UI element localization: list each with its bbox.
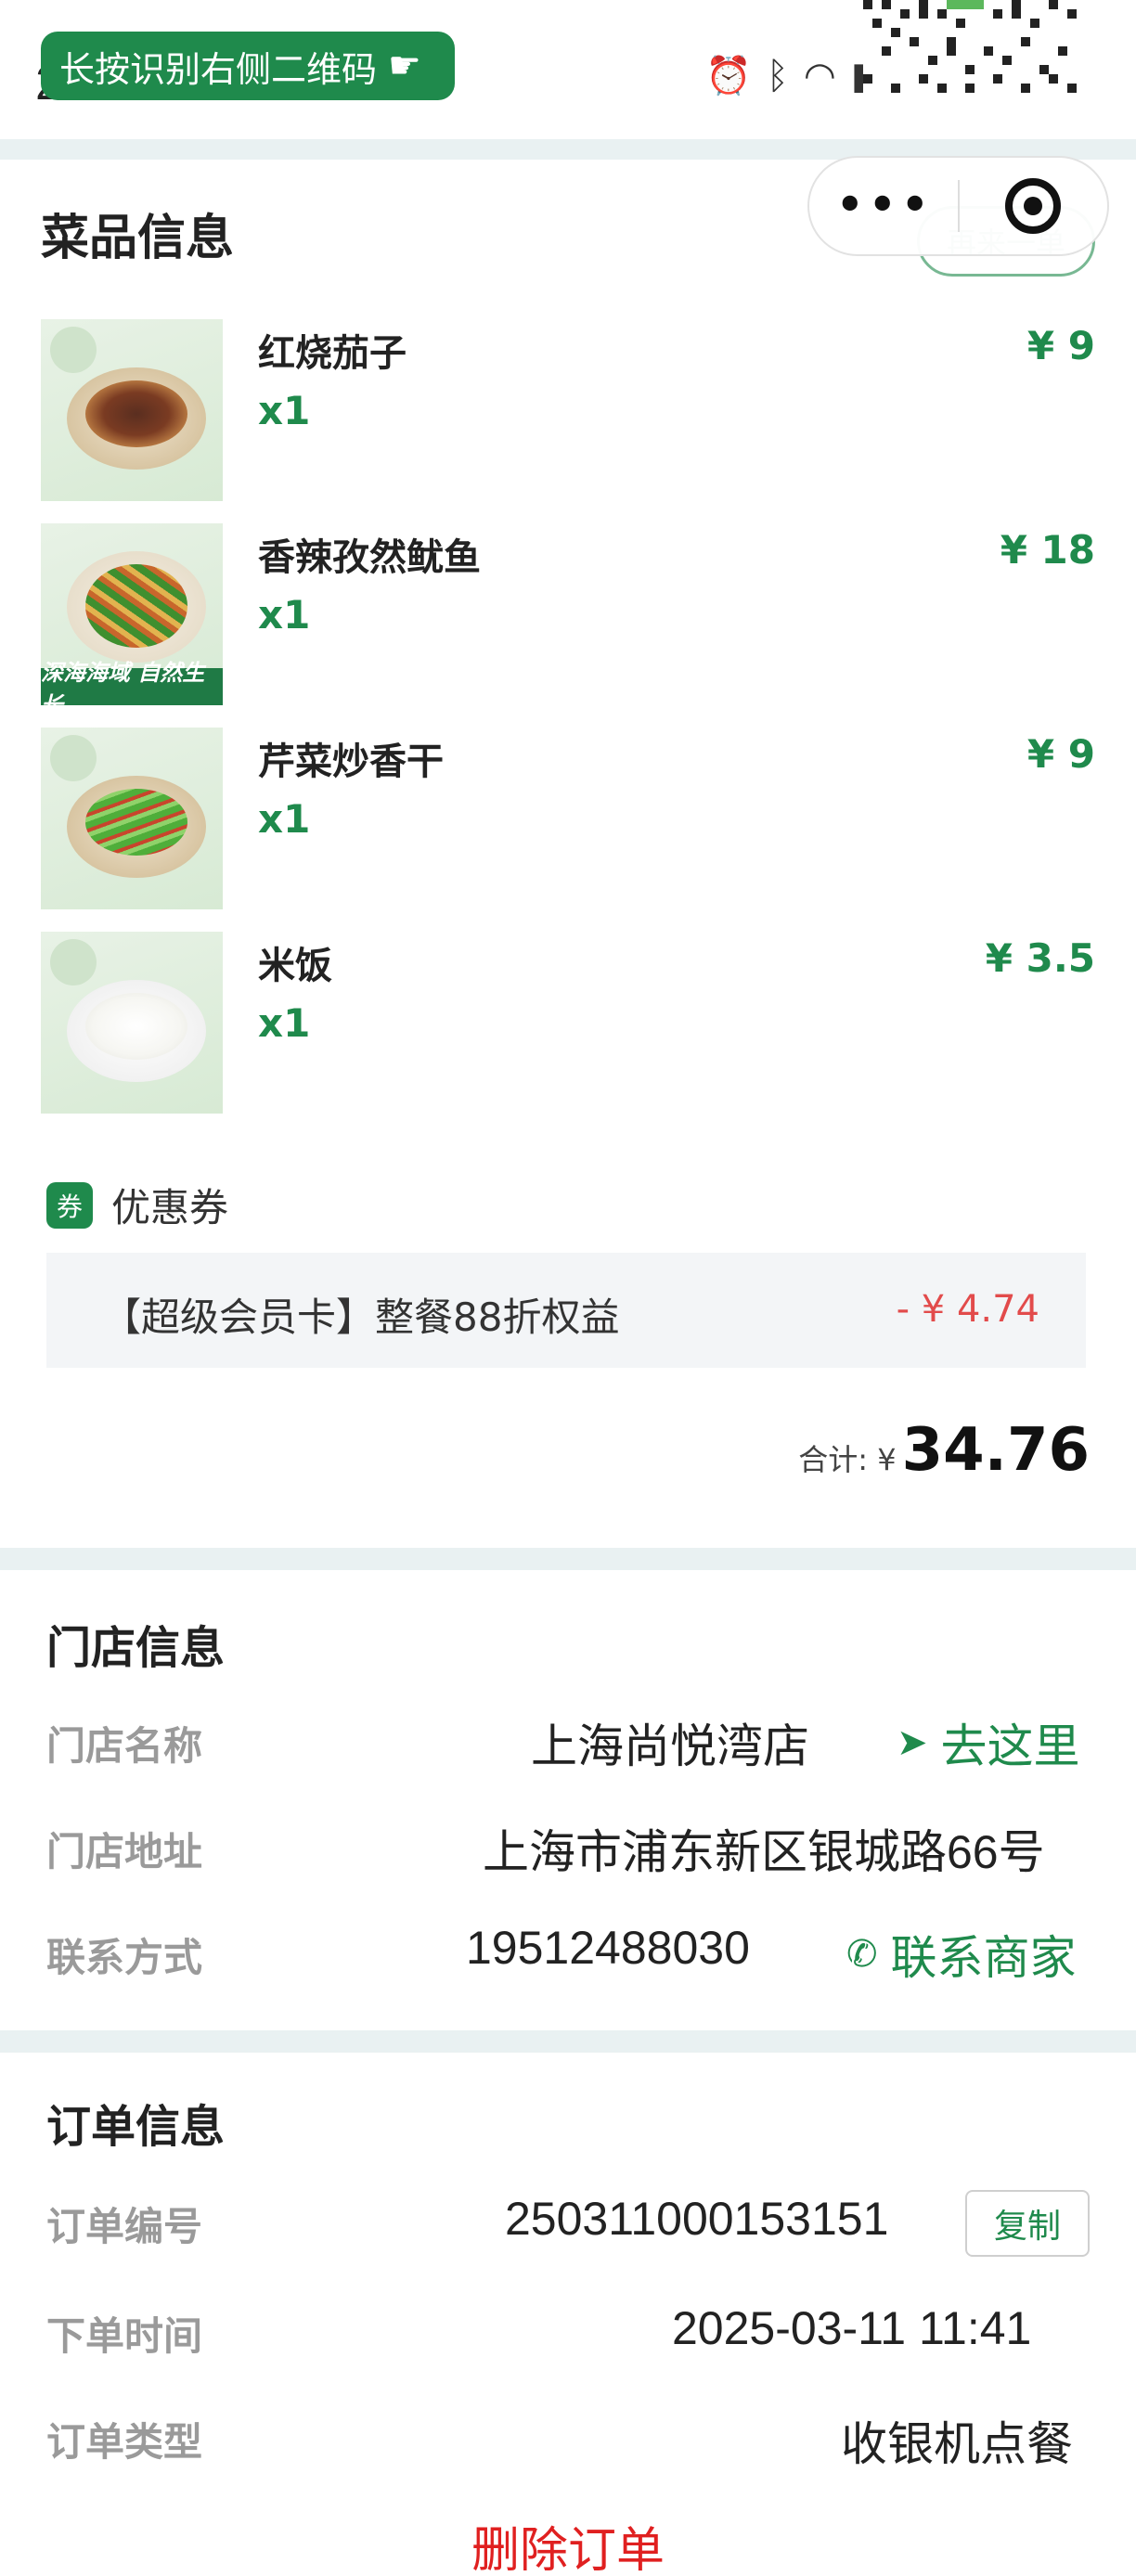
coupon-icon: 券 <box>46 1181 93 1229</box>
section-separator <box>0 2030 1136 2053</box>
dish-name: 红烧茄子 <box>258 332 407 375</box>
chef-mascot-icon <box>50 735 97 781</box>
store-address-label: 门店地址 <box>46 1829 203 1874</box>
bluetooth-icon: ᛒ <box>766 54 789 97</box>
order-time: 2025-03-11 11:41 <box>672 2302 1032 2354</box>
mini-program-capsule: ••• <box>807 156 1109 256</box>
qr-code-image[interactable] <box>863 0 1086 102</box>
coupon-detail: 【超级会员卡】整餐88折权益 - ¥ 4.74 <box>46 1253 1086 1368</box>
dish-item[interactable]: 红烧茄子 x1 ¥ 9 <box>41 319 1095 501</box>
food-photo <box>85 380 187 447</box>
coupon-header: 券 优惠券 <box>46 1177 228 1233</box>
dish-quantity: x1 <box>258 592 311 638</box>
store-address: 上海市浦东新区银城路66号 <box>483 1826 1045 1878</box>
total-label: 合计: ¥ <box>798 1442 897 1477</box>
dish-name: 米饭 <box>258 945 332 987</box>
alarm-icon: ⏰ <box>705 55 752 97</box>
contact-merchant-button[interactable]: ✆ 联系商家 <box>846 1921 1077 1988</box>
status-bar: 21:48 N 长按识别右侧二维码 ☛ ⏰ ᛒ ◠ ▮ <box>0 0 1136 139</box>
navigate-label: 去这里 <box>940 1719 1080 1773</box>
dish-image-banner: 深海海域 自然生长 <box>41 660 223 705</box>
dish-quantity: x1 <box>258 1000 311 1046</box>
location-arrow-icon: ➤ <box>897 1721 928 1764</box>
dish-price: ¥ 9 <box>1026 323 1095 368</box>
total-value: 34.76 <box>901 1416 1090 1485</box>
dish-item[interactable]: 米饭 x1 ¥ 3.5 <box>41 932 1095 1114</box>
chef-mascot-icon <box>50 327 97 373</box>
order-number: 250311000153151 <box>505 2193 889 2245</box>
order-total: 合计: ¥ 34.76 <box>798 1416 1090 1485</box>
section-separator <box>0 1548 1136 1570</box>
qr-hint-text: 长按识别右侧二维码 <box>59 48 378 90</box>
dish-image <box>41 319 223 501</box>
dishes-title: 菜品信息 <box>41 211 235 266</box>
dish-price: ¥ 18 <box>1000 527 1095 573</box>
order-title: 订单信息 <box>46 2101 226 2153</box>
order-type: 收银机点餐 <box>841 2418 1073 2470</box>
store-title: 门店信息 <box>46 1622 226 1674</box>
food-photo <box>85 789 187 856</box>
wifi-icon: ◠ <box>803 54 836 97</box>
store-name-label: 门店名称 <box>46 1723 203 1769</box>
chef-mascot-icon <box>50 939 97 985</box>
dish-image: 深海海域 自然生长 <box>41 523 223 705</box>
delete-order-button[interactable]: 删除订单 <box>0 2511 1136 2576</box>
dish-price: ¥ 3.5 <box>985 935 1095 981</box>
order-time-label: 下单时间 <box>46 2313 203 2359</box>
order-number-label: 订单编号 <box>46 2204 203 2249</box>
more-menu-icon[interactable]: ••• <box>809 180 958 232</box>
store-name: 上海尚悦湾店 <box>531 1720 809 1772</box>
dish-quantity: x1 <box>258 796 311 842</box>
food-photo <box>85 993 187 1060</box>
dish-item[interactable]: 深海海域 自然生长 香辣孜然鱿鱼 x1 ¥ 18 <box>41 523 1095 705</box>
copy-button[interactable]: 复制 <box>965 2190 1090 2257</box>
coupon-name: 【超级会员卡】整餐88折权益 <box>102 1294 620 1340</box>
dish-item[interactable]: 芹菜炒香干 x1 ¥ 9 <box>41 728 1095 909</box>
dish-name: 芹菜炒香干 <box>258 741 444 783</box>
dish-image <box>41 932 223 1114</box>
target-icon <box>1005 178 1062 234</box>
navigate-button[interactable]: ➤ 去这里 <box>897 1709 1080 1776</box>
contact-merchant-label: 联系商家 <box>890 1931 1077 1985</box>
coupon-label: 优惠券 <box>111 1185 229 1230</box>
order-type-label: 订单类型 <box>46 2419 203 2465</box>
phone-icon: ✆ <box>846 1933 878 1976</box>
dish-image <box>41 728 223 909</box>
store-phone: 19512488030 <box>466 1922 750 1974</box>
dish-name: 香辣孜然鱿鱼 <box>258 536 481 579</box>
coupon-discount-amount: - ¥ 4.74 <box>896 1288 1039 1331</box>
qr-hint-pill[interactable]: 长按识别右侧二维码 ☛ <box>41 32 455 100</box>
pointing-hand-icon: ☛ <box>388 45 421 87</box>
food-photo <box>85 564 187 648</box>
dish-quantity: x1 <box>258 388 311 433</box>
dish-price: ¥ 9 <box>1026 731 1095 777</box>
close-mini-program-button[interactable] <box>960 178 1108 234</box>
store-contact-label: 联系方式 <box>46 1935 203 1980</box>
